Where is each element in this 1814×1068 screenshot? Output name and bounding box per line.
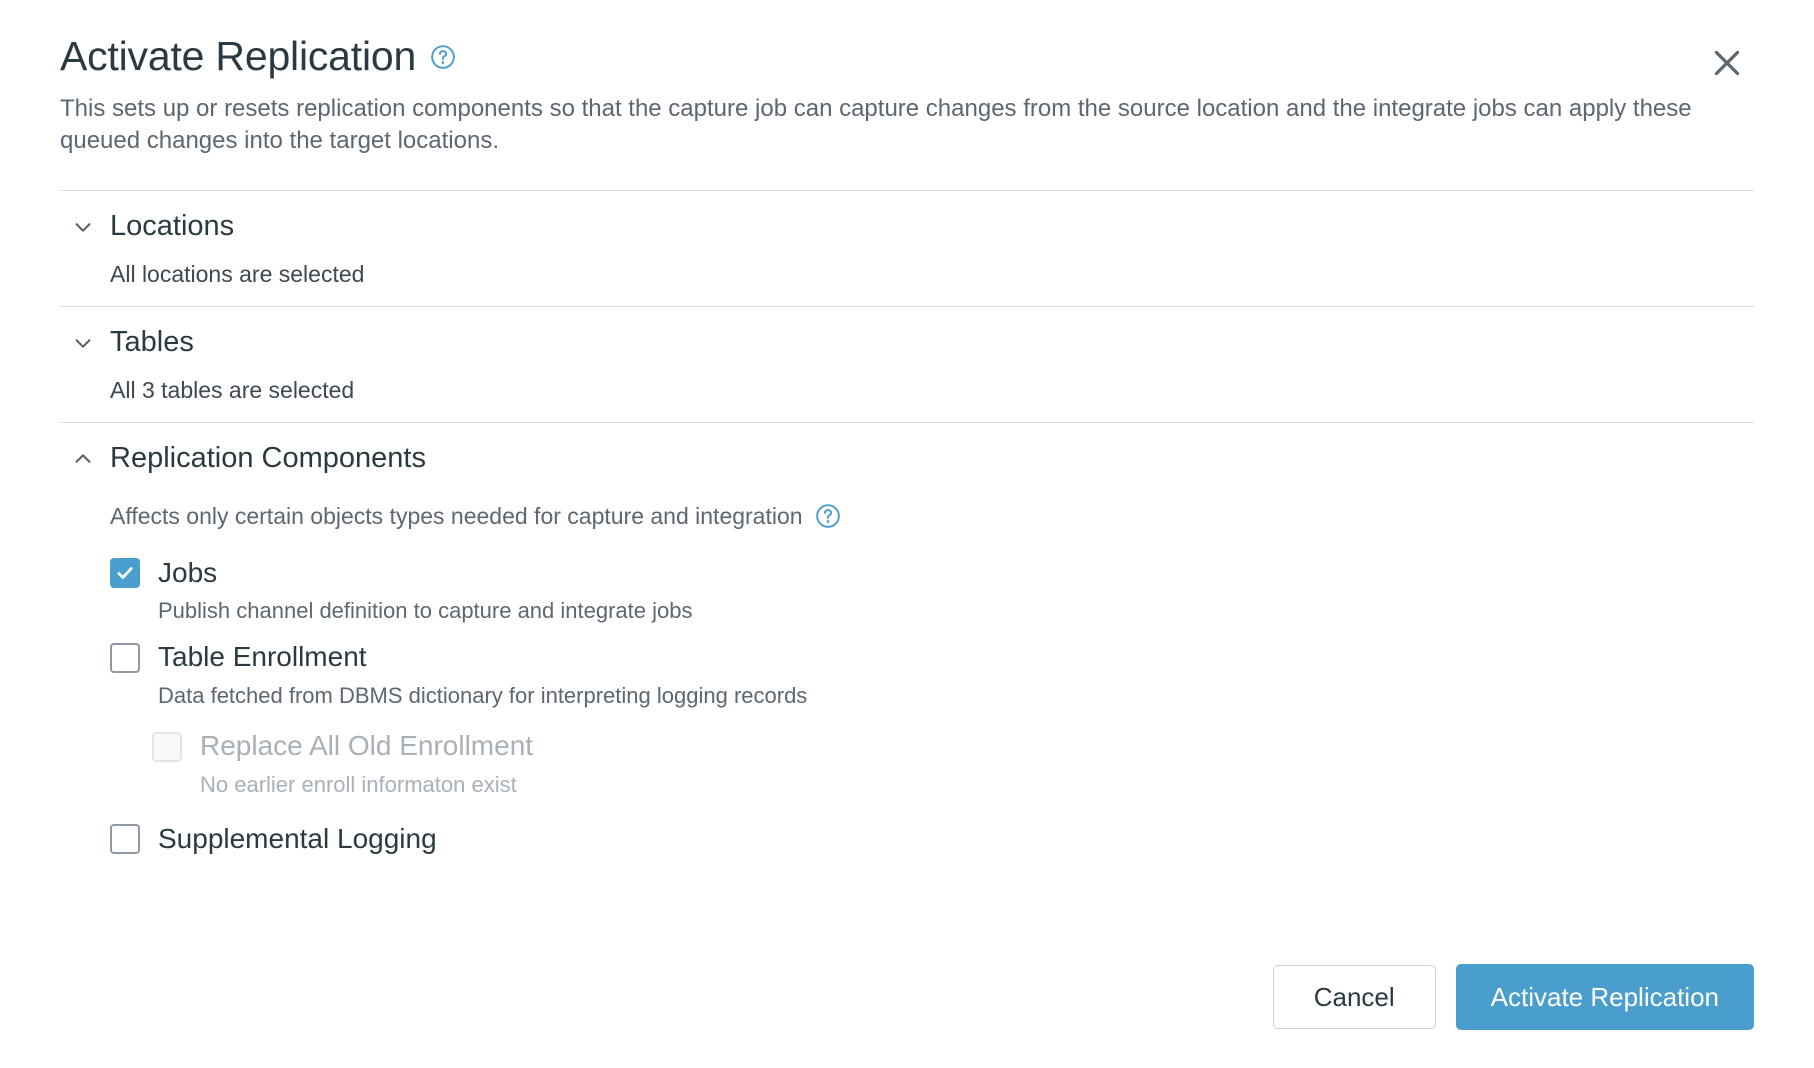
checkbox-row-replace-all-old-enrollment: Replace All Old Enrollment <box>60 730 1754 762</box>
dialog-description: This sets up or resets replication compo… <box>60 95 1692 154</box>
chevron-up-icon <box>72 448 94 470</box>
checkbox-help-jobs: Publish channel definition to capture an… <box>158 598 693 624</box>
checkbox-row-jobs[interactable]: Jobs <box>60 557 1754 589</box>
checkbox-label-table-enrollment[interactable]: Table Enrollment <box>158 642 367 673</box>
checkbox-help-table-enrollment: Data fetched from DBMS dictionary for in… <box>158 683 808 709</box>
activate-replication-dialog: Activate Replication This sets up or res… <box>0 0 1814 1068</box>
checkbox-supplemental-logging[interactable] <box>110 824 140 855</box>
checkbox-table-enrollment[interactable] <box>110 642 140 673</box>
section-summary-locations: All locations are selected <box>110 260 365 287</box>
cancel-button[interactable]: Cancel <box>1272 965 1436 1029</box>
checkbox-label-supplemental-logging[interactable]: Supplemental Logging <box>158 823 437 855</box>
chevron-down-icon <box>72 332 94 354</box>
dialog-header: Activate Replication This sets up or res… <box>60 0 1754 157</box>
close-icon[interactable] <box>1700 36 1754 90</box>
section-title-locations: Locations <box>110 209 235 242</box>
help-circle-icon[interactable] <box>430 44 456 70</box>
section-summary-tables: All 3 tables are selected <box>110 376 355 403</box>
checkbox-help-replace-all-old-enrollment: No earlier enroll informaton exist <box>200 771 517 797</box>
activate-replication-button[interactable]: Activate Replication <box>1455 964 1754 1030</box>
checkbox-replace-all-old-enrollment <box>152 731 182 762</box>
page-title: Activate Replication <box>60 33 417 79</box>
section-header-tables[interactable]: Tables <box>60 307 1754 365</box>
dialog-footer: Cancel Activate Replication <box>1272 964 1754 1030</box>
chevron-down-icon <box>72 216 94 238</box>
section-summary-text: Affects only certain objects types neede… <box>110 502 803 529</box>
section-title-replication-components: Replication Components <box>110 441 426 474</box>
checkbox-row-table-enrollment[interactable]: Table Enrollment <box>60 642 1754 673</box>
section-tables: Tables All 3 tables are selected <box>60 307 1754 422</box>
checkbox-jobs[interactable] <box>110 557 140 588</box>
section-header-locations[interactable]: Locations <box>60 191 1754 249</box>
section-locations: Locations All locations are selected <box>60 191 1754 306</box>
section-header-replication-components[interactable]: Replication Components <box>60 423 1754 481</box>
checkbox-label-jobs[interactable]: Jobs <box>158 557 217 589</box>
section-replication-components: Replication Components Affects only cert… <box>60 423 1754 855</box>
checkbox-label-replace-all-old-enrollment: Replace All Old Enrollment <box>200 730 534 762</box>
section-title-tables: Tables <box>110 325 194 358</box>
help-circle-icon[interactable] <box>815 503 841 529</box>
title-row: Activate Replication <box>60 33 1754 79</box>
checkbox-row-supplemental-logging[interactable]: Supplemental Logging <box>60 823 1754 855</box>
section-summary-replication-components: Affects only certain objects types neede… <box>60 481 1754 540</box>
